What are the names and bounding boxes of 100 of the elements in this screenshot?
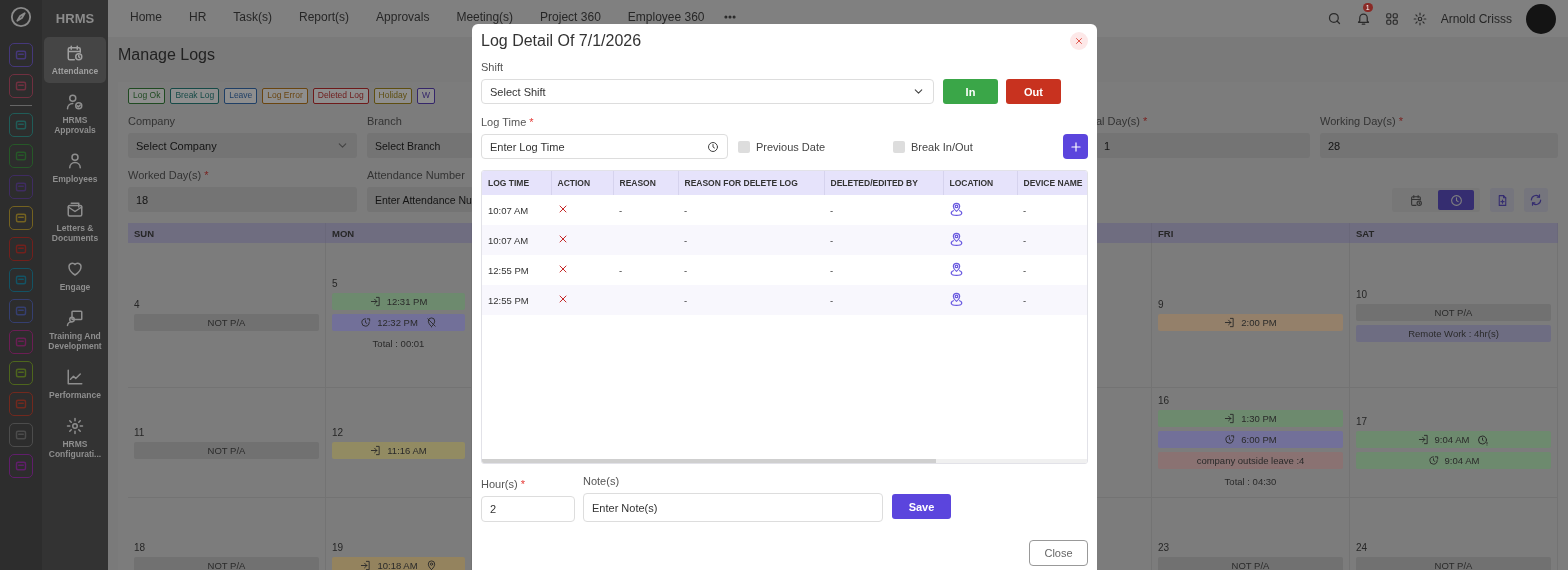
out-button[interactable]: Out: [1006, 79, 1061, 104]
day-number: 11: [134, 426, 146, 438]
sidebar-item[interactable]: Engage: [44, 253, 106, 299]
input-field[interactable]: 18: [128, 187, 357, 212]
table-cell: 10:07 AM: [482, 225, 551, 255]
select-field[interactable]: Select Company: [128, 133, 357, 158]
delete-button[interactable]: [557, 263, 569, 275]
nav-link[interactable]: Employee 360: [627, 10, 705, 24]
export-button[interactable]: [1490, 188, 1514, 212]
check-in-entry[interactable]: 11:16 AM: [332, 441, 465, 459]
input-field[interactable]: 1: [1096, 133, 1310, 158]
location-button[interactable]: [949, 201, 964, 217]
line-chart-icon: [66, 368, 84, 386]
sidebar-item[interactable]: Training And Development: [44, 302, 106, 358]
nav-link[interactable]: Report(s): [299, 10, 350, 24]
delete-button[interactable]: [557, 293, 569, 305]
timer-icon: [1224, 434, 1236, 445]
table-cell: -: [824, 285, 943, 315]
day-number: 17: [1356, 416, 1369, 427]
day-number: 19: [332, 542, 345, 553]
in-button[interactable]: In: [943, 79, 998, 104]
notes-field[interactable]: Enter Note(s): [583, 493, 883, 522]
check-in-entry[interactable]: 9:04 AM: [1356, 431, 1551, 448]
settings-icon: [66, 417, 84, 435]
day-number: 5: [332, 278, 339, 289]
add-button[interactable]: [1063, 134, 1088, 159]
avatar[interactable]: [1526, 3, 1556, 34]
weekday-header: SAT: [1350, 223, 1558, 244]
entry-time: 9:04 AM: [1444, 455, 1480, 466]
app-tile-icon: [9, 175, 33, 199]
nav-link[interactable]: Approvals: [376, 10, 430, 24]
checkbox[interactable]: [738, 140, 750, 153]
check-in-entry[interactable]: 2:00 PM: [1158, 314, 1343, 331]
legend-tag: Log Error: [262, 88, 308, 104]
user-name[interactable]: Arnold Crisss: [1440, 11, 1512, 26]
select-field[interactable]: Select Branch: [367, 133, 473, 158]
delete-button[interactable]: [557, 233, 569, 245]
weekday-header: FRI: [1152, 223, 1350, 244]
shift-select[interactable]: Select Shift: [481, 79, 934, 104]
checkbox[interactable]: [893, 140, 905, 153]
column-header: LOCATION: [943, 171, 1017, 195]
entry-time: 11:16 AM: [387, 444, 427, 456]
heart-icon: [66, 260, 84, 278]
sign-in-icon: [369, 296, 381, 307]
sidebar-item-label: Engage: [59, 282, 91, 292]
location-pin-icon: [425, 560, 437, 570]
save-button[interactable]: Save: [892, 494, 951, 519]
sidebar-item[interactable]: Letters & Documents: [44, 194, 106, 250]
plus-icon: [1068, 139, 1083, 154]
refresh-button[interactable]: [1524, 188, 1548, 212]
nav-link[interactable]: Meeting(s): [456, 10, 514, 24]
nav-link[interactable]: HR: [189, 10, 207, 24]
nav-link[interactable]: Home: [130, 10, 162, 24]
location-button[interactable]: [949, 291, 964, 307]
check-out-entry[interactable]: 6:00 PM: [1158, 431, 1343, 448]
delete-icon: [557, 263, 569, 275]
column-header: LOG TIME: [482, 171, 551, 195]
table-cell: -: [678, 195, 824, 225]
table-cell: -: [824, 195, 943, 225]
sidebar-item[interactable]: Employees: [44, 145, 106, 191]
nav-link[interactable]: Task(s): [233, 10, 273, 24]
table-cell: 12:55 PM: [482, 255, 551, 285]
check-out-entry[interactable]: 12:32 PM: [332, 314, 465, 331]
check-out-entry[interactable]: 9:04 AM: [1356, 452, 1551, 469]
day-number: 24: [1356, 542, 1369, 553]
close-button[interactable]: [1070, 32, 1088, 50]
checkbox-label: Break In/Out: [911, 140, 973, 153]
hours-field[interactable]: 2: [481, 496, 575, 522]
checkbox-label: Previous Date: [756, 140, 826, 153]
sign-in-icon: [1224, 413, 1236, 424]
field-label: Log Time *: [481, 116, 535, 129]
check-in-entry[interactable]: 12:31 PM: [332, 293, 465, 310]
check-in-entry[interactable]: 1:30 PM: [1158, 410, 1343, 427]
sign-in-icon: [1224, 317, 1236, 328]
app-tile-icon: [9, 268, 33, 292]
sidebar-item[interactable]: Attendance: [44, 37, 106, 83]
input-field[interactable]: Enter Attendance Nu: [367, 187, 473, 212]
close-button[interactable]: Close: [1029, 540, 1088, 566]
location-button[interactable]: [949, 231, 964, 247]
sidebar-item-label: Performance: [49, 390, 101, 400]
not-present-entry: NOT P/A: [1356, 557, 1551, 570]
sidebar-item[interactable]: HRMS Configurati...: [44, 410, 106, 466]
map-pin-icon: [949, 201, 964, 217]
sidebar-item[interactable]: Performance: [44, 361, 106, 407]
column-header: DEVICE NAME: [1017, 171, 1087, 195]
app-tile-icon: [9, 330, 33, 354]
log-time-field[interactable]: Enter Log Time: [481, 134, 728, 159]
scrollbar[interactable]: [482, 459, 1087, 463]
delete-button[interactable]: [557, 203, 569, 215]
compass-logo-icon: [10, 6, 32, 28]
check-in-entry[interactable]: 10:18 AM: [332, 557, 465, 570]
close-icon: [1074, 36, 1084, 46]
view-toggle-button[interactable]: [1438, 190, 1474, 210]
input-field[interactable]: 28: [1320, 133, 1558, 158]
nav-link[interactable]: Project 360: [540, 10, 601, 24]
sidebar-item-label: HRMS Approvals: [53, 115, 97, 135]
table-cell: -: [824, 255, 943, 285]
location-button[interactable]: [949, 261, 964, 277]
sidebar-item[interactable]: HRMS Approvals: [44, 86, 106, 142]
map-pin-icon: [949, 231, 964, 247]
